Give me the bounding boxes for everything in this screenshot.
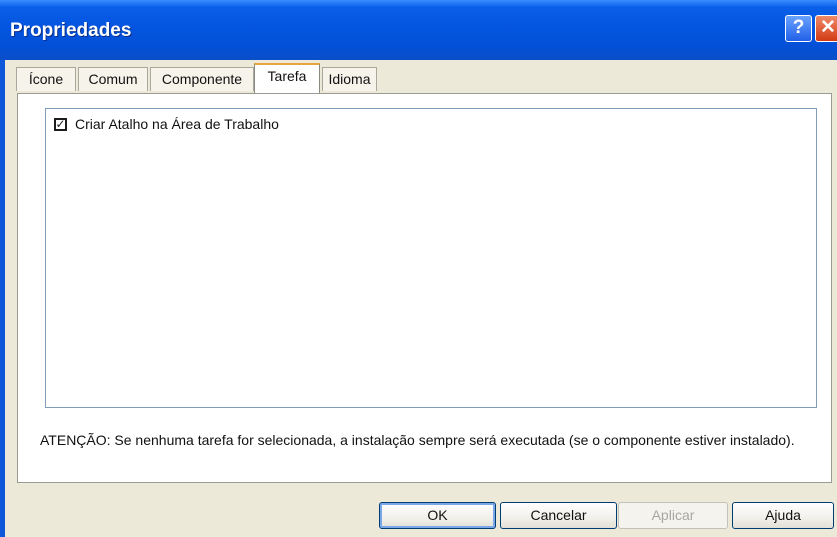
list-item[interactable]: ✓ Criar Atalho na Área de Trabalho (54, 116, 279, 132)
close-icon[interactable]: ✕ (815, 15, 837, 42)
tab-comum[interactable]: Comum (78, 67, 148, 91)
warning-text: ATENÇÃO: Se nenhuma tarefa for seleciona… (40, 432, 795, 448)
ok-button[interactable]: OK (379, 502, 496, 529)
create-shortcut-checkbox[interactable]: ✓ (54, 117, 67, 131)
create-shortcut-label: Criar Atalho na Área de Trabalho (75, 116, 279, 132)
cancel-button[interactable]: Cancelar (500, 502, 617, 529)
tab-panel-tarefa: ✓ Criar Atalho na Área de Trabalho ATENÇ… (17, 93, 832, 483)
help-title-button[interactable]: ? (785, 15, 812, 42)
tab-icone[interactable]: Ícone (16, 67, 76, 91)
tab-componente[interactable]: Componente (150, 67, 254, 91)
window-frame (0, 60, 5, 537)
apply-button[interactable]: Aplicar (618, 502, 728, 529)
help-button[interactable]: Ajuda (732, 502, 834, 529)
title-bar: Propriedades ? ✕ (0, 0, 837, 60)
tab-tarefa[interactable]: Tarefa (254, 63, 320, 93)
tab-idioma[interactable]: Idioma (322, 67, 377, 91)
task-list[interactable]: ✓ Criar Atalho na Área de Trabalho (45, 108, 817, 408)
window-title: Propriedades (10, 20, 132, 41)
